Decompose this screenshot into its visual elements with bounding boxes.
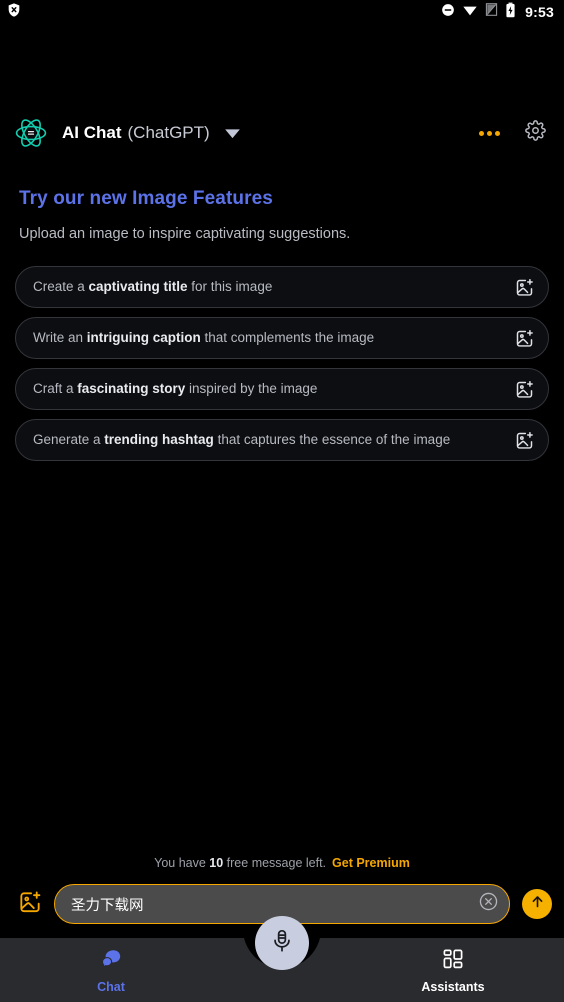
suggestion-suffix: that captures the essence of the image	[213, 432, 451, 448]
image-plus-icon	[17, 889, 43, 920]
nav-label-chat: Chat	[97, 979, 125, 994]
suggestion-text: Craft a fascinating story inspired by th…	[33, 382, 317, 396]
nav-item-chat[interactable]: Chat	[0, 938, 222, 1002]
suggestion-highlight: fascinating story	[77, 381, 186, 397]
send-button[interactable]	[522, 889, 552, 919]
attach-image-button[interactable]	[12, 886, 48, 922]
suggestion-card[interactable]: Craft a fascinating story inspired by th…	[15, 368, 549, 410]
suggestion-prefix: Craft a	[33, 381, 78, 397]
suggestion-highlight: trending hashtag	[104, 432, 214, 448]
image-plus-icon[interactable]	[513, 429, 535, 451]
suggestion-prefix: Write an	[33, 330, 87, 346]
microphone-icon	[269, 928, 295, 959]
image-plus-icon[interactable]	[513, 378, 535, 400]
shield-x-icon	[6, 2, 22, 23]
quota-count: 10	[209, 856, 224, 870]
dot-1	[478, 130, 484, 136]
quota-suffix: free message left.	[223, 856, 327, 870]
suggestion-suffix: inspired by the image	[185, 381, 318, 397]
suggestion-prefix: Generate a	[33, 432, 105, 448]
status-bar-clock: 9:53	[525, 4, 554, 20]
model-selector[interactable]: AI Chat (ChatGPT)	[62, 123, 241, 143]
grid-apps-icon	[441, 947, 465, 976]
model-title: AI Chat	[62, 123, 122, 142]
promo-subtitle: Upload an image to inspire captivating s…	[19, 226, 351, 242]
suggestion-highlight: intriguing caption	[86, 330, 201, 346]
gear-icon	[524, 120, 546, 146]
suggestion-suffix: that complements the image	[200, 330, 375, 346]
battery-charging-icon	[505, 2, 516, 23]
message-input[interactable]: 圣力下载网	[71, 894, 477, 915]
quota-prefix: You have	[154, 856, 210, 870]
suggestion-suffix: for this image	[187, 279, 273, 295]
wifi-icon	[462, 3, 478, 22]
chat-bubbles-icon	[99, 947, 123, 976]
nav-item-assistants[interactable]: Assistants	[342, 938, 564, 1002]
chevron-down-icon[interactable]	[224, 128, 241, 139]
voice-input-button[interactable]	[255, 916, 309, 970]
image-plus-icon[interactable]	[513, 327, 535, 349]
suggestion-text: Write an intriguing caption that complem…	[33, 331, 374, 345]
do-not-disturb-icon	[441, 3, 455, 22]
suggestion-card[interactable]: Create a captivating title for this imag…	[15, 266, 549, 308]
model-subtitle: (ChatGPT)	[127, 123, 210, 142]
more-options-icon	[478, 130, 500, 136]
clear-input-button[interactable]	[477, 891, 499, 917]
clear-circle-icon	[478, 891, 499, 917]
get-premium-link[interactable]: Get Premium	[332, 856, 410, 870]
status-bar-left	[6, 2, 22, 23]
dot-2	[486, 130, 492, 136]
dot-3	[494, 130, 500, 136]
status-bar-right: 9:53	[441, 2, 554, 23]
free-message-bar: You have 10 free message left. Get Premiu…	[0, 856, 564, 870]
suggestion-list: Create a captivating title for this imag…	[15, 266, 549, 461]
suggestion-card[interactable]: Write an intriguing caption that complem…	[15, 317, 549, 359]
send-arrow-up-icon	[529, 893, 546, 915]
suggestion-highlight: captivating title	[88, 279, 188, 295]
image-plus-icon[interactable]	[513, 276, 535, 298]
promo-title: Try our new Image Features	[19, 188, 273, 209]
atom-logo-icon	[14, 116, 48, 150]
suggestion-text: Generate a trending hashtag that capture…	[33, 433, 450, 447]
suggestion-card[interactable]: Generate a trending hashtag that capture…	[15, 419, 549, 461]
status-bar: 9:53	[0, 0, 564, 24]
app-screen: 9:53 AI Chat (ChatGPT) Try our new Image…	[0, 0, 564, 1002]
more-options-button[interactable]	[474, 118, 504, 148]
nav-label-assistants: Assistants	[421, 979, 485, 994]
settings-button[interactable]	[520, 118, 550, 148]
app-header: AI Chat (ChatGPT)	[0, 108, 564, 158]
suggestion-text: Create a captivating title for this imag…	[33, 280, 272, 294]
no-sim-icon	[485, 2, 498, 22]
suggestion-prefix: Create a	[33, 279, 89, 295]
